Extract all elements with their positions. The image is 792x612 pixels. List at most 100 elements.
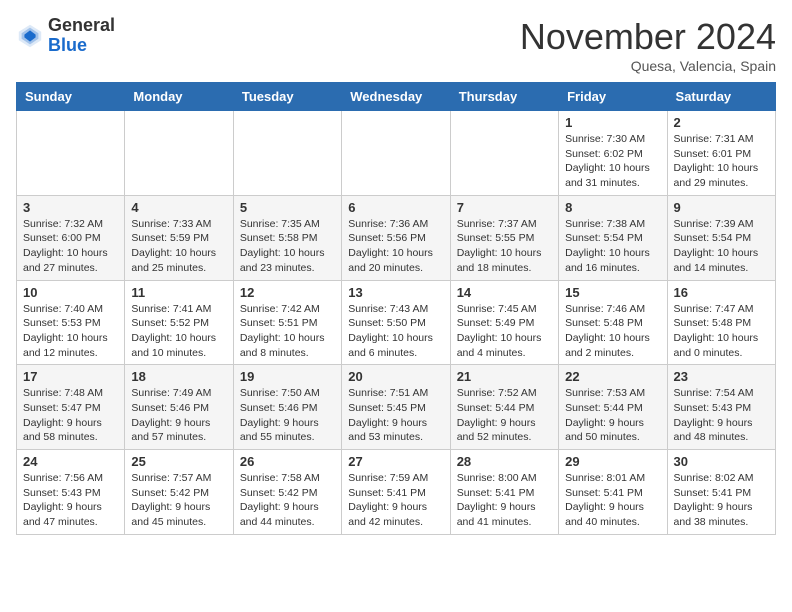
calendar-week-row: 1 Sunrise: 7:30 AMSunset: 6:02 PMDaylight… <box>17 111 776 196</box>
calendar-day-cell: 11Sunrise: 7:41 AMSunset: 5:52 PMDayligh… <box>125 280 233 365</box>
day-info: Sunrise: 7:49 AMSunset: 5:46 PMDaylight:… <box>131 386 226 445</box>
title-block: November 2024 Quesa, Valencia, Spain <box>520 16 776 74</box>
day-of-week-header: Tuesday <box>233 83 341 111</box>
calendar-day-cell <box>450 111 558 196</box>
day-info: Sunrise: 7:46 AMSunset: 5:48 PMDaylight:… <box>565 302 660 361</box>
day-number: 19 <box>240 369 335 384</box>
calendar-day-cell: 4Sunrise: 7:33 AMSunset: 5:59 PMDaylight… <box>125 195 233 280</box>
day-number: 15 <box>565 285 660 300</box>
calendar-day-cell: 13 Sunrise: 7:43 AMSunset: 5:50 PMDayligh… <box>342 280 450 365</box>
day-number: 30 <box>674 454 769 469</box>
location: Quesa, Valencia, Spain <box>520 58 776 74</box>
page-header: General Blue November 2024 Quesa, Valenc… <box>16 16 776 74</box>
calendar-day-cell: 25 Sunrise: 7:57 AMSunset: 5:42 PMDayligh… <box>125 450 233 535</box>
day-number: 18 <box>131 369 226 384</box>
month-title: November 2024 <box>520 16 776 58</box>
day-number: 13 <box>348 285 443 300</box>
calendar-week-row: 17 Sunrise: 7:48 AMSunset: 5:47 PMDayligh… <box>17 365 776 450</box>
day-info: Sunrise: 7:58 AMSunset: 5:42 PMDaylight:… <box>240 471 335 530</box>
day-info: Sunrise: 7:42 AMSunset: 5:51 PMDaylight:… <box>240 302 335 361</box>
day-info: Sunrise: 7:39 AMSunset: 5:54 PMDaylight:… <box>674 217 769 276</box>
day-number: 9 <box>674 200 769 215</box>
day-of-week-header: Sunday <box>17 83 125 111</box>
day-info: Sunrise: 7:48 AMSunset: 5:47 PMDaylight:… <box>23 386 118 445</box>
day-info: Sunrise: 7:33 AMSunset: 5:59 PMDaylight:… <box>131 217 226 276</box>
day-number: 25 <box>131 454 226 469</box>
day-number: 29 <box>565 454 660 469</box>
day-info: Sunrise: 7:37 AMSunset: 5:55 PMDaylight:… <box>457 217 552 276</box>
day-number: 26 <box>240 454 335 469</box>
day-of-week-header: Wednesday <box>342 83 450 111</box>
day-info: Sunrise: 7:45 AMSunset: 5:49 PMDaylight:… <box>457 302 552 361</box>
day-number: 17 <box>23 369 118 384</box>
calendar-day-cell: 12Sunrise: 7:42 AMSunset: 5:51 PMDayligh… <box>233 280 341 365</box>
day-number: 20 <box>348 369 443 384</box>
calendar-day-cell <box>17 111 125 196</box>
calendar-day-cell: 8Sunrise: 7:38 AMSunset: 5:54 PMDaylight… <box>559 195 667 280</box>
calendar-day-cell: 1 Sunrise: 7:30 AMSunset: 6:02 PMDaylight… <box>559 111 667 196</box>
day-of-week-header: Thursday <box>450 83 558 111</box>
calendar-day-cell: 17 Sunrise: 7:48 AMSunset: 5:47 PMDayligh… <box>17 365 125 450</box>
day-number: 7 <box>457 200 552 215</box>
calendar-day-cell: 20Sunrise: 7:51 AMSunset: 5:45 PMDayligh… <box>342 365 450 450</box>
day-info: Sunrise: 7:35 AMSunset: 5:58 PMDaylight:… <box>240 217 335 276</box>
calendar-day-cell: 21Sunrise: 7:52 AMSunset: 5:44 PMDayligh… <box>450 365 558 450</box>
day-info: Sunrise: 8:01 AMSunset: 5:41 PMDaylight:… <box>565 471 660 530</box>
day-info: Sunrise: 7:53 AMSunset: 5:44 PMDaylight:… <box>565 386 660 445</box>
calendar-day-cell: 23 Sunrise: 7:54 AMSunset: 5:43 PMDayligh… <box>667 365 775 450</box>
day-info: Sunrise: 7:36 AMSunset: 5:56 PMDaylight:… <box>348 217 443 276</box>
day-info: Sunrise: 7:30 AMSunset: 6:02 PMDaylight:… <box>565 132 660 191</box>
calendar-day-cell: 7 Sunrise: 7:37 AMSunset: 5:55 PMDaylight… <box>450 195 558 280</box>
calendar-day-cell: 10 Sunrise: 7:40 AMSunset: 5:53 PMDayligh… <box>17 280 125 365</box>
calendar-day-cell: 29 Sunrise: 8:01 AMSunset: 5:41 PMDayligh… <box>559 450 667 535</box>
day-info: Sunrise: 7:32 AMSunset: 6:00 PMDaylight:… <box>23 217 118 276</box>
day-number: 22 <box>565 369 660 384</box>
day-number: 6 <box>348 200 443 215</box>
day-number: 11 <box>131 285 226 300</box>
day-info: Sunrise: 7:50 AMSunset: 5:46 PMDaylight:… <box>240 386 335 445</box>
calendar-day-cell <box>342 111 450 196</box>
day-of-week-header: Friday <box>559 83 667 111</box>
day-info: Sunrise: 7:31 AMSunset: 6:01 PMDaylight:… <box>674 132 769 191</box>
day-number: 23 <box>674 369 769 384</box>
calendar-header-row: SundayMondayTuesdayWednesdayThursdayFrid… <box>17 83 776 111</box>
day-info: Sunrise: 7:40 AMSunset: 5:53 PMDaylight:… <box>23 302 118 361</box>
calendar-table: SundayMondayTuesdayWednesdayThursdayFrid… <box>16 82 776 535</box>
day-info: Sunrise: 7:57 AMSunset: 5:42 PMDaylight:… <box>131 471 226 530</box>
calendar-day-cell: 22 Sunrise: 7:53 AMSunset: 5:44 PMDayligh… <box>559 365 667 450</box>
day-number: 2 <box>674 115 769 130</box>
day-number: 28 <box>457 454 552 469</box>
calendar-day-cell: 6 Sunrise: 7:36 AMSunset: 5:56 PMDaylight… <box>342 195 450 280</box>
logo-icon <box>16 22 44 50</box>
calendar-day-cell: 27 Sunrise: 7:59 AMSunset: 5:41 PMDayligh… <box>342 450 450 535</box>
day-info: Sunrise: 7:47 AMSunset: 5:48 PMDaylight:… <box>674 302 769 361</box>
day-info: Sunrise: 8:02 AMSunset: 5:41 PMDaylight:… <box>674 471 769 530</box>
day-number: 16 <box>674 285 769 300</box>
day-number: 3 <box>23 200 118 215</box>
day-number: 1 <box>565 115 660 130</box>
calendar-day-cell: 15 Sunrise: 7:46 AMSunset: 5:48 PMDayligh… <box>559 280 667 365</box>
day-info: Sunrise: 8:00 AMSunset: 5:41 PMDaylight:… <box>457 471 552 530</box>
day-number: 5 <box>240 200 335 215</box>
calendar-day-cell: 24Sunrise: 7:56 AMSunset: 5:43 PMDayligh… <box>17 450 125 535</box>
day-number: 10 <box>23 285 118 300</box>
calendar-day-cell <box>233 111 341 196</box>
calendar-day-cell: 18 Sunrise: 7:49 AMSunset: 5:46 PMDayligh… <box>125 365 233 450</box>
calendar-day-cell: 19 Sunrise: 7:50 AMSunset: 5:46 PMDayligh… <box>233 365 341 450</box>
day-number: 14 <box>457 285 552 300</box>
calendar-day-cell: 28 Sunrise: 8:00 AMSunset: 5:41 PMDayligh… <box>450 450 558 535</box>
calendar-day-cell <box>125 111 233 196</box>
calendar-day-cell: 30 Sunrise: 8:02 AMSunset: 5:41 PMDayligh… <box>667 450 775 535</box>
day-number: 27 <box>348 454 443 469</box>
calendar-day-cell: 16 Sunrise: 7:47 AMSunset: 5:48 PMDayligh… <box>667 280 775 365</box>
logo-text: General Blue <box>48 16 115 56</box>
calendar-day-cell: 26 Sunrise: 7:58 AMSunset: 5:42 PMDayligh… <box>233 450 341 535</box>
day-info: Sunrise: 7:54 AMSunset: 5:43 PMDaylight:… <box>674 386 769 445</box>
calendar-day-cell: 2 Sunrise: 7:31 AMSunset: 6:01 PMDaylight… <box>667 111 775 196</box>
logo: General Blue <box>16 16 115 56</box>
day-of-week-header: Monday <box>125 83 233 111</box>
day-number: 8 <box>565 200 660 215</box>
day-info: Sunrise: 7:59 AMSunset: 5:41 PMDaylight:… <box>348 471 443 530</box>
calendar-day-cell: 3 Sunrise: 7:32 AMSunset: 6:00 PMDaylight… <box>17 195 125 280</box>
day-info: Sunrise: 7:43 AMSunset: 5:50 PMDaylight:… <box>348 302 443 361</box>
